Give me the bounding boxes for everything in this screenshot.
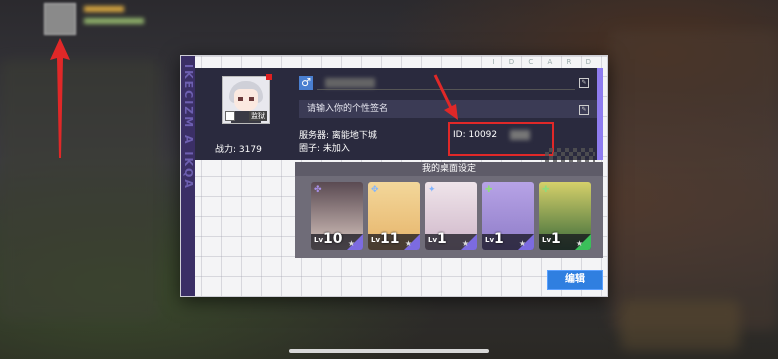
edit-signature-icon[interactable]: ✎ <box>579 105 589 115</box>
role-icon: ✚ <box>542 185 550 195</box>
combat-power: 战力: 3179 <box>215 142 262 155</box>
edit-name-icon[interactable]: ✎ <box>579 78 589 88</box>
character-card[interactable]: ✚ Lv 1 ★ <box>482 182 534 250</box>
panel-side-text: IKECIZM A IKQA <box>182 64 195 190</box>
annotation-id-highlight <box>448 122 554 156</box>
circle-label: 圈子: <box>299 144 321 154</box>
server-value: 离能地下城 <box>331 131 377 141</box>
background-scene-bottom <box>620 300 740 350</box>
character-card[interactable]: ✦ Lv 1 ★ <box>425 182 477 250</box>
circle-value: 未加入 <box>322 144 350 154</box>
male-gender-icon: ♂ <box>299 76 313 90</box>
card-level: 1 <box>551 231 561 247</box>
card-level-prefix: Lv <box>314 236 324 244</box>
server-info: 服务器: 离能地下城 圈子: 未加入 <box>299 130 377 156</box>
star-icon: ★ <box>404 239 412 248</box>
edit-button[interactable]: 编辑 <box>547 270 603 290</box>
annotation-arrow-id <box>433 74 458 120</box>
card-level: 10 <box>323 231 343 247</box>
panel-side-strip: IKECIZM A IKQA <box>181 56 195 296</box>
profile-card-panel: IKECIZM A IKQA I D C A R D 监狱 战力: 3179 ♂… <box>180 55 608 297</box>
avatar-badge: 监狱 <box>249 111 267 121</box>
card-level: 1 <box>437 231 447 247</box>
player-top-info <box>84 6 154 28</box>
card-level: 11 <box>380 231 400 247</box>
card-level-prefix: Lv <box>485 236 495 244</box>
role-icon: ✤ <box>314 185 322 195</box>
panel-top-label: I D C A R D <box>492 58 597 66</box>
character-card[interactable]: ✥ Lv 11 ★ <box>368 182 420 250</box>
desktop-settings-title: 我的桌面设定 <box>295 162 603 176</box>
card-level-prefix: Lv <box>428 236 438 244</box>
star-icon: ★ <box>461 239 469 248</box>
role-icon: ✥ <box>371 185 379 195</box>
card-level-prefix: Lv <box>542 236 552 244</box>
role-icon: ✦ <box>428 185 436 195</box>
annotation-arrow-left <box>50 38 70 158</box>
desktop-settings-section: 我的桌面设定 ✤ Lv 10 ★ ✥ Lv 11 ★ ✦ Lv 1 ★ ✚ Lv… <box>295 162 603 258</box>
star-icon: ★ <box>518 239 526 248</box>
background-scene <box>0 60 160 320</box>
star-icon: ★ <box>347 239 355 248</box>
card-level-prefix: Lv <box>371 236 381 244</box>
character-card-list: ✤ Lv 10 ★ ✥ Lv 11 ★ ✦ Lv 1 ★ ✚ Lv 1 ★ ✚ … <box>311 182 591 250</box>
server-label: 服务器: <box>299 131 330 141</box>
power-label: 战力: <box>215 145 237 155</box>
power-value: 3179 <box>238 145 262 155</box>
home-indicator-bar[interactable] <box>289 349 489 353</box>
background-scene-right <box>610 30 778 330</box>
role-icon: ✚ <box>485 185 493 195</box>
player-avatar-thumbnail[interactable] <box>44 3 76 35</box>
profile-header: 监狱 战力: 3179 ♂ ✎ 请输入你的个性签名 ✎ 服务器: 离能地下城 圈… <box>195 68 603 170</box>
notification-dot <box>266 74 272 80</box>
character-card[interactable]: ✚ Lv 1 ★ <box>539 182 591 250</box>
character-card[interactable]: ✤ Lv 10 ★ <box>311 182 363 250</box>
frame-icon <box>225 111 235 121</box>
card-level: 1 <box>494 231 504 247</box>
profile-avatar[interactable]: 监狱 <box>222 74 272 124</box>
star-icon: ★ <box>575 239 583 248</box>
